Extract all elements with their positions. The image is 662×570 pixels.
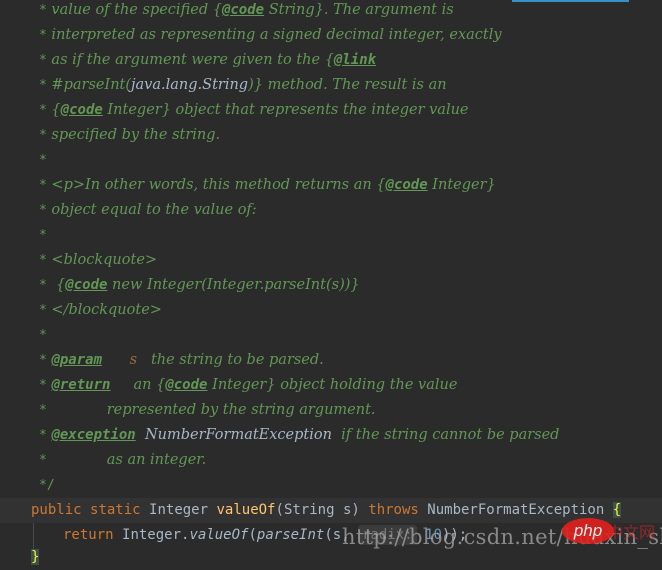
comment-star: * (39, 378, 47, 393)
method-name: valueOf (216, 502, 276, 518)
comment-star: * (39, 178, 47, 193)
call-valueof: valueOf (189, 527, 249, 543)
javadoc-tag: @link (333, 52, 377, 68)
javadoc-line[interactable]: * </blockquote> (39, 298, 662, 323)
class-ref: Integer. (122, 527, 190, 543)
keyword-return: return (63, 527, 114, 543)
javadoc-line[interactable]: * interpreted as representing a signed d… (39, 23, 662, 48)
javadoc-param-name: s (129, 352, 138, 368)
javadoc-text: represented by the string argument. (46, 402, 376, 418)
javadoc-line[interactable]: * (39, 223, 662, 248)
javadoc-line[interactable]: * (39, 148, 662, 173)
comment-star: * (39, 328, 47, 343)
comment-star: * (39, 403, 47, 418)
javadoc-tag: @code (65, 277, 108, 293)
javadoc-text: { (324, 52, 334, 68)
paren-open: ( (248, 527, 257, 543)
javadoc-text: an { (110, 377, 166, 393)
javadoc-line[interactable]: * represented by the string argument. (39, 398, 662, 423)
javadoc-text: Integer} object holding the value (207, 377, 458, 393)
comment-star: * (39, 428, 47, 443)
javadoc-text: String}. The argument is (264, 2, 454, 18)
comment-star: */ (39, 478, 55, 493)
comment-star: * (39, 303, 47, 318)
javadoc-line[interactable]: * {@code new Integer(Integer.parseInt(s)… (39, 273, 662, 298)
javadoc-tag: @code (165, 377, 208, 393)
javadoc-tag: @param (51, 352, 103, 368)
javadoc-text: if the string cannot be parsed (331, 427, 560, 443)
comment-star: * (39, 253, 47, 268)
javadoc-reference: java.lang.String (131, 77, 249, 93)
javadoc-text: value of the specified (46, 2, 213, 18)
comment-star: * (39, 278, 47, 293)
comment-star: * (39, 103, 47, 118)
javadoc-text: )} method. The result is an (248, 77, 447, 93)
javadoc-text: { (46, 102, 61, 118)
close-brace-match: } (31, 549, 40, 565)
comment-star: * (39, 3, 47, 18)
close-paren: ) (351, 502, 360, 518)
javadoc-text: </blockquote> (46, 302, 162, 318)
javadoc-tag: @code (60, 102, 103, 118)
call-parseint: parseInt (256, 527, 325, 543)
javadoc-line[interactable]: * @param s the string to be parsed. (39, 348, 662, 373)
javadoc-text: <p>In other words, this method returns a… (46, 177, 386, 193)
comment-star: * (39, 53, 47, 68)
return-type: Integer (149, 502, 209, 518)
javadoc-text: object equal to the value of: (46, 202, 257, 218)
open-paren: ( (275, 502, 284, 518)
javadoc-line[interactable]: * @return an {@code Integer} object hold… (39, 373, 662, 398)
javadoc-text: { (46, 277, 66, 293)
javadoc-line[interactable]: * as if the argument were given to the {… (39, 48, 662, 73)
comment-star: * (39, 28, 47, 43)
open-brace-match: { (612, 502, 622, 518)
javadoc-line[interactable]: * @exception NumberFormatException if th… (39, 423, 662, 448)
method-signature-line[interactable]: public static Integer valueOf(String s) … (31, 498, 662, 523)
javadoc-line[interactable]: * as an integer. (39, 448, 662, 473)
javadoc-line[interactable]: * (39, 323, 662, 348)
javadoc-line[interactable]: * <blockquote> (39, 248, 662, 273)
keyword-static: static (90, 502, 141, 518)
javadoc-line[interactable]: * {@code Integer} object that represents… (39, 98, 662, 123)
comment-star: * (39, 453, 47, 468)
javadoc-text: as an integer. (46, 452, 207, 468)
javadoc-tag: @return (51, 377, 111, 393)
keyword-public: public (31, 502, 82, 518)
code-editor[interactable]: * value of the specified {@code String}.… (0, 0, 662, 565)
javadoc-tag: @code (385, 177, 428, 193)
javadoc-text: Integer} (427, 177, 496, 193)
javadoc-line[interactable]: * <p>In other words, this method returns… (39, 173, 662, 198)
comment-star: * (39, 128, 47, 143)
comment-star: * (39, 78, 47, 93)
php-logo-cn: 中文网 (607, 523, 656, 542)
comment-star: * (39, 153, 47, 168)
javadoc-text: as if the argument were given to the (46, 52, 325, 68)
javadoc-line[interactable]: * #parseInt(java.lang.String)} method. T… (39, 73, 662, 98)
javadoc-text: interpreted as representing a signed dec… (46, 27, 502, 43)
comment-star: * (39, 203, 47, 218)
param-type: String (283, 502, 335, 518)
javadoc-tag: @exception (51, 427, 136, 443)
javadoc-line[interactable]: * value of the specified {@code String}.… (39, 0, 662, 23)
javadoc-text: new Integer(Integer.parseInt(s))} (107, 277, 360, 293)
javadoc-text: Integer} object that represents the inte… (102, 102, 469, 118)
javadoc-text: #parseInt( (46, 77, 132, 93)
javadoc-tag: @code (221, 2, 265, 18)
javadoc-text (102, 352, 130, 368)
javadoc-text (136, 427, 145, 443)
javadoc-line[interactable]: * object equal to the value of: (39, 198, 662, 223)
javadoc-text: specified by the string. (46, 127, 221, 143)
comment-star: * (39, 228, 47, 243)
javadoc-line[interactable]: * specified by the string. (39, 123, 662, 148)
javadoc-text: the string to be parsed. (137, 352, 324, 368)
javadoc-reference: NumberFormatException (144, 427, 332, 443)
javadoc-text: <blockquote> (46, 252, 158, 268)
javadoc-line[interactable]: */ (39, 473, 662, 498)
keyword-throws: throws (368, 502, 419, 518)
exception-type: NumberFormatException (427, 502, 605, 518)
javadoc-text: { (212, 2, 222, 18)
comment-star: * (39, 353, 47, 368)
